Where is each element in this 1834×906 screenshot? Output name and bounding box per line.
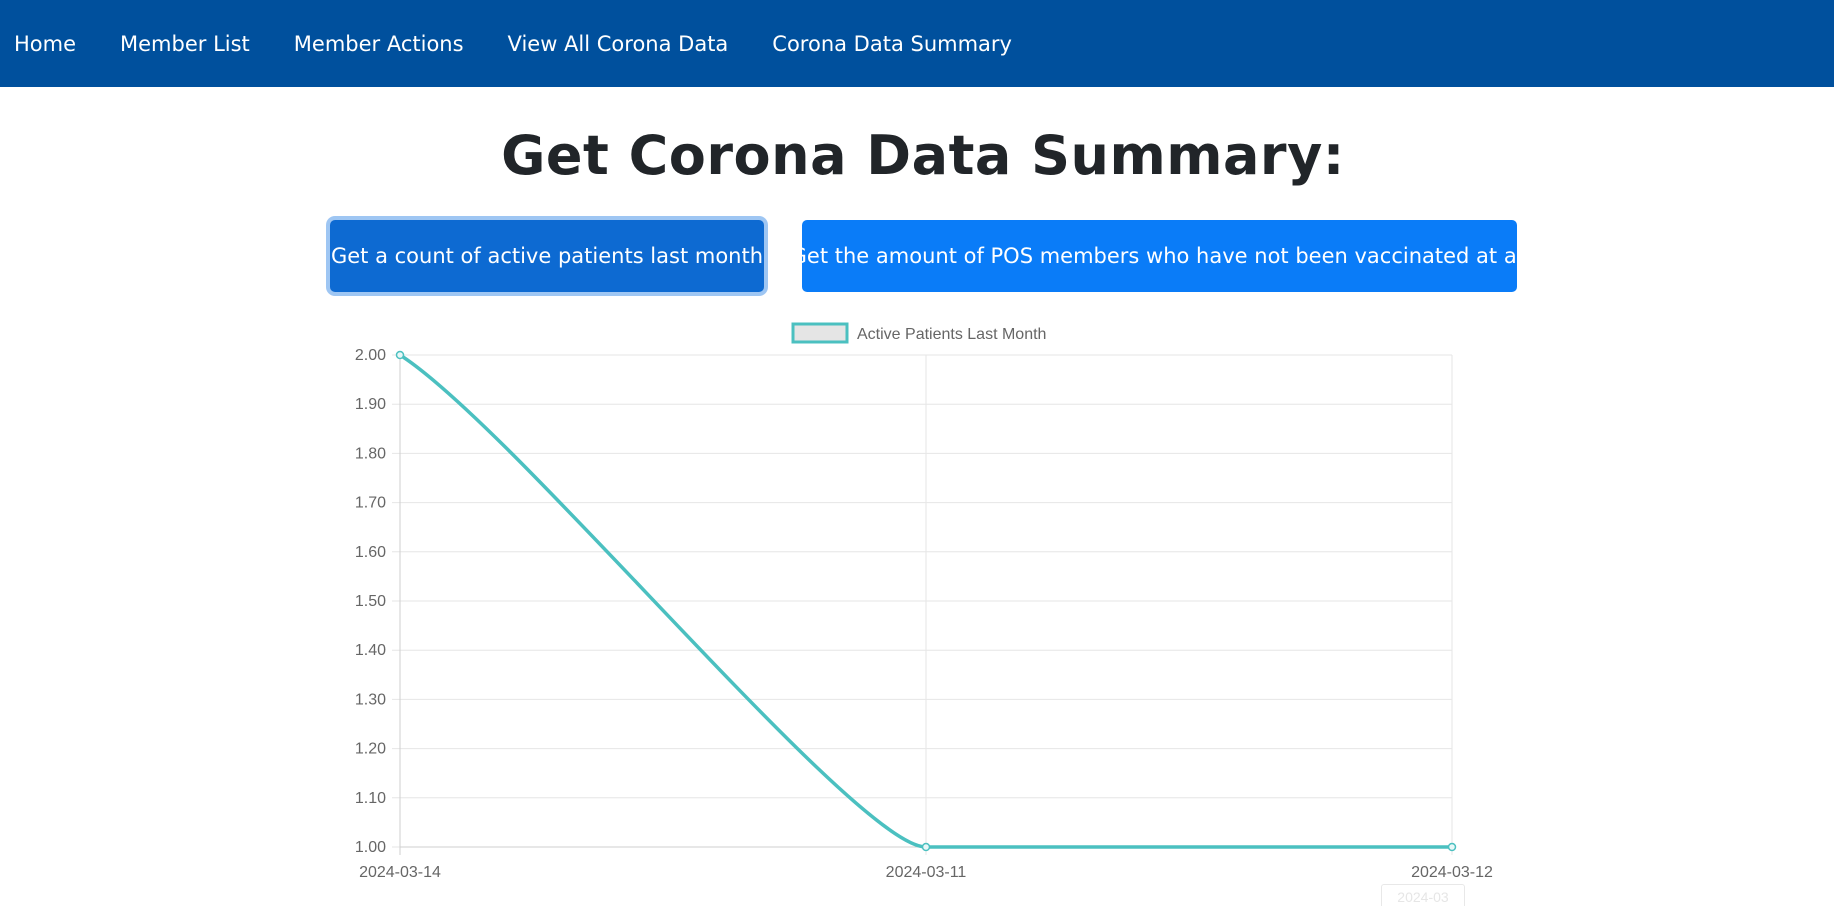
- y-tick-label: 1.60: [355, 544, 386, 561]
- y-tick-label: 1.20: [355, 741, 386, 758]
- y-tick-label: 1.90: [355, 396, 386, 413]
- nav-member-list[interactable]: Member List: [120, 32, 250, 56]
- line-chart-svg: 2.00 1.90 1.80 1.70 1.60 1.50 1.40 1.30 1.20 1.10…: [355, 322, 1493, 881]
- top-navbar: Home Member List Member Actions View All…: [0, 0, 1834, 87]
- nav-member-actions[interactable]: Member Actions: [294, 32, 464, 56]
- y-tick-label: 1.70: [355, 495, 386, 512]
- nav-home[interactable]: Home: [14, 32, 76, 56]
- data-point: [1447, 842, 1457, 852]
- legend-swatch: [791, 322, 849, 344]
- x-tick-label: 2024-03-11: [886, 864, 967, 881]
- y-tick-label: 1.30: [355, 691, 386, 708]
- y-tick-label: 2.00: [355, 347, 386, 364]
- legend-label: Active Patients Last Month: [857, 326, 1046, 343]
- x-tick-label: 2024-03-12: [1411, 864, 1493, 881]
- data-point: [395, 350, 405, 360]
- y-tick-label: 1.50: [355, 593, 386, 610]
- x-tick-label: 2024-03-14: [359, 864, 441, 881]
- active-patients-chart: 2.00 1.90 1.80 1.70 1.60 1.50 1.40 1.30 1.20 1.10…: [330, 312, 1530, 906]
- page-title: Get Corona Data Summary:: [501, 124, 1345, 187]
- y-tick-label: 1.40: [355, 642, 386, 659]
- data-point: [921, 842, 931, 852]
- y-tick-label: 1.10: [355, 790, 386, 807]
- y-tick-label: 1.00: [355, 839, 386, 856]
- active-patients-button[interactable]: Get a count of active patients last mont…: [330, 220, 764, 292]
- y-tick-label: 1.80: [355, 445, 386, 462]
- unvaccinated-members-button[interactable]: Get the amount of POS members who have n…: [791, 220, 1528, 292]
- faded-date-tag: 2024-03: [1381, 884, 1465, 906]
- nav-view-all-corona-data[interactable]: View All Corona Data: [508, 32, 729, 56]
- nav-corona-data-summary[interactable]: Corona Data Summary: [772, 32, 1012, 56]
